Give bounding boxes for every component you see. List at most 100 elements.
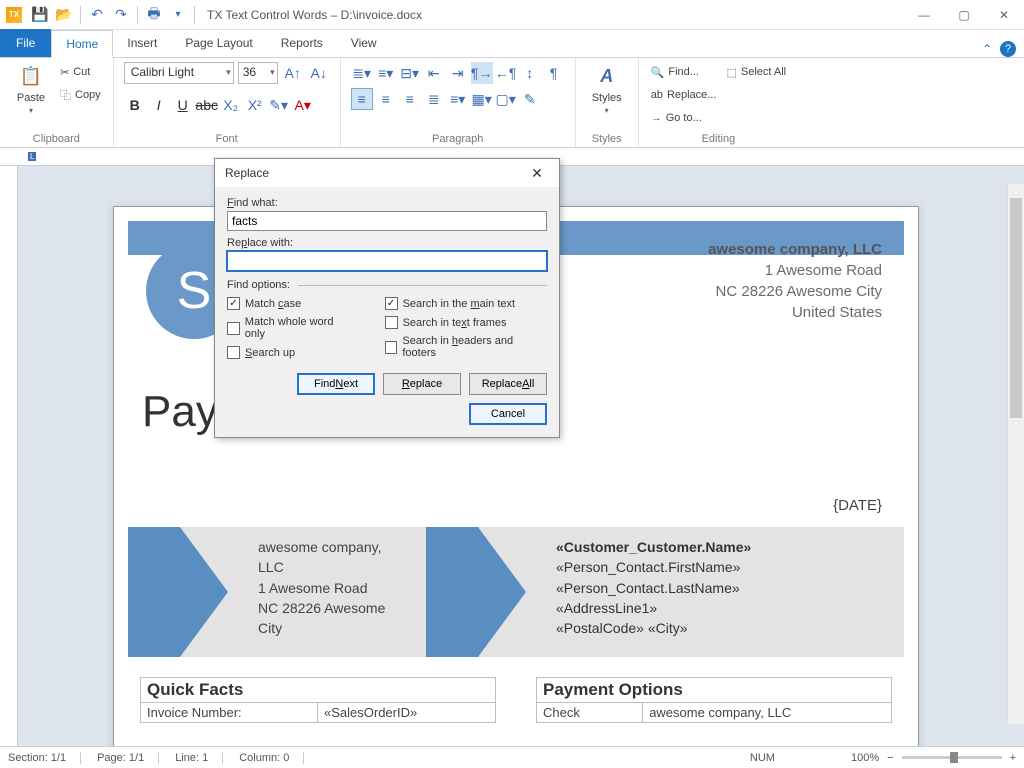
to-l2: «Person_Contact.LastName» xyxy=(556,578,751,598)
format-painter-button[interactable]: ✎ xyxy=(519,88,541,110)
vertical-scrollbar[interactable] xyxy=(1007,184,1024,724)
paste-button[interactable]: 📋 Paste ▾ xyxy=(10,62,52,115)
align-center-button[interactable]: ≡ xyxy=(375,88,397,110)
replace-icon: ab xyxy=(651,89,663,101)
cancel-button[interactable]: Cancel xyxy=(469,403,547,425)
status-column: Column: 0 xyxy=(239,752,304,764)
find-next-button[interactable]: Find Next xyxy=(297,373,375,395)
font-size-select[interactable]: 36▾ xyxy=(238,62,278,84)
company-name: awesome company, LLC xyxy=(708,239,882,260)
whole-word-checkbox[interactable]: Match whole word only xyxy=(227,316,355,340)
font-name-select[interactable]: Calibri Light▾ xyxy=(124,62,234,84)
strike-button[interactable]: abc xyxy=(196,94,218,116)
scroll-thumb[interactable] xyxy=(1010,198,1022,418)
find-label: Find... xyxy=(668,66,699,78)
numbering-button[interactable]: ≡▾ xyxy=(375,62,397,84)
styles-button[interactable]: A Styles ▾ xyxy=(586,62,628,115)
grow-font-button[interactable]: A↑ xyxy=(282,62,304,84)
bold-button[interactable]: B xyxy=(124,94,146,116)
minimize-button[interactable]: — xyxy=(904,0,944,30)
title-bar: TX 💾 📂 ↶ ↷ 🖶 ▾ TX Text Control Words – D… xyxy=(0,0,1024,30)
text-frames-checkbox[interactable]: Search in text frames xyxy=(385,316,547,329)
shading-button[interactable]: ▦▾ xyxy=(471,88,493,110)
justify-button[interactable]: ≣ xyxy=(423,88,445,110)
match-case-checkbox[interactable]: ✓Match case xyxy=(227,297,355,310)
tab-view[interactable]: View xyxy=(337,29,391,57)
sort-button[interactable]: ↕ xyxy=(519,62,541,84)
undo-icon[interactable]: ↶ xyxy=(86,4,108,26)
cut-button[interactable]: ✂Cut xyxy=(58,62,103,82)
align-left-button[interactable]: ≡ xyxy=(351,88,373,110)
bill-band: awesome company, LLC 1 Awesome Road NC 2… xyxy=(128,527,904,657)
collapse-ribbon-icon[interactable]: ⌃ xyxy=(982,42,992,56)
zoom-value: 100% xyxy=(851,752,879,764)
zoom-slider[interactable] xyxy=(902,756,1002,759)
goto-label: Go to... xyxy=(666,112,702,124)
cut-icon: ✂ xyxy=(60,66,69,79)
rtl-button[interactable]: ←¶ xyxy=(495,62,517,84)
highlight-button[interactable]: ✎▾ xyxy=(268,94,290,116)
replace-all-button[interactable]: Replace All xyxy=(469,373,547,395)
open-icon[interactable]: 📂 xyxy=(53,4,75,26)
replace-button[interactable]: Replace xyxy=(383,373,461,395)
zoom-out-button[interactable]: − xyxy=(887,752,893,764)
group-label: Font xyxy=(216,131,238,145)
dialog-close-button[interactable]: ✕ xyxy=(525,163,549,183)
group-label: Paragraph xyxy=(432,131,483,145)
replace-with-input[interactable] xyxy=(227,251,547,271)
shrink-font-button[interactable]: A↓ xyxy=(308,62,330,84)
maximize-button[interactable]: ▢ xyxy=(944,0,984,30)
arrow-icon xyxy=(426,527,538,657)
inc-indent-button[interactable]: ⇥ xyxy=(447,62,469,84)
label: Match whole word only xyxy=(245,316,355,340)
company-block: awesome company, LLC 1 Awesome Road NC 2… xyxy=(708,239,882,323)
superscript-button[interactable]: X² xyxy=(244,94,266,116)
headers-checkbox[interactable]: Search in headers and footers xyxy=(385,335,547,359)
font-size-value: 36 xyxy=(243,65,256,79)
options-label: Find options: xyxy=(227,279,547,291)
close-button[interactable]: ✕ xyxy=(984,0,1024,30)
underline-button[interactable]: U xyxy=(172,94,194,116)
file-tab[interactable]: File xyxy=(0,29,51,57)
qat-more-icon[interactable]: ▾ xyxy=(167,4,189,26)
font-color-button[interactable]: A▾ xyxy=(292,94,314,116)
tab-home[interactable]: Home xyxy=(51,30,113,58)
select-all-label: Select All xyxy=(741,66,786,78)
tab-page-layout[interactable]: Page Layout xyxy=(171,29,266,57)
subscript-button[interactable]: X₂ xyxy=(220,94,242,116)
zoom-in-button[interactable]: + xyxy=(1010,752,1016,764)
show-marks-button[interactable]: ¶ xyxy=(543,62,565,84)
line-spacing-button[interactable]: ≡▾ xyxy=(447,88,469,110)
find-what-input[interactable] xyxy=(227,211,547,231)
tab-reports[interactable]: Reports xyxy=(267,29,337,57)
replace-button[interactable]: abReplace... xyxy=(649,85,719,105)
goto-button[interactable]: →Go to... xyxy=(649,108,719,128)
replace-dialog: Replace ✕ Find what: Replace with: Find … xyxy=(214,158,560,438)
quick-facts-table: Quick Facts Invoice Number: «SalesOrderI… xyxy=(140,677,496,723)
bullets-button[interactable]: ≣▾ xyxy=(351,62,373,84)
copy-button[interactable]: ⿻Copy xyxy=(58,85,103,105)
zoom-thumb[interactable] xyxy=(950,752,958,763)
main-text-checkbox[interactable]: ✓Search in the main text xyxy=(385,297,547,310)
align-right-button[interactable]: ≡ xyxy=(399,88,421,110)
tab-insert[interactable]: Insert xyxy=(113,29,171,57)
vertical-ruler[interactable] xyxy=(0,166,18,746)
multilevel-button[interactable]: ⊟▾ xyxy=(399,62,421,84)
find-button[interactable]: 🔍Find... xyxy=(649,62,719,82)
borders-button[interactable]: ▢▾ xyxy=(495,88,517,110)
dec-indent-button[interactable]: ⇤ xyxy=(423,62,445,84)
print-icon[interactable]: 🖶 xyxy=(143,4,165,26)
dialog-title-bar[interactable]: Replace ✕ xyxy=(215,159,559,187)
qat-sep xyxy=(80,6,81,24)
ribbon: 📋 Paste ▾ ✂Cut ⿻Copy Clipboard Calibri L… xyxy=(0,58,1024,148)
tab-stop-icon: L xyxy=(28,152,36,161)
date-placeholder: {DATE} xyxy=(833,497,882,514)
italic-button[interactable]: I xyxy=(148,94,170,116)
save-icon[interactable]: 💾 xyxy=(29,4,51,26)
redo-icon[interactable]: ↷ xyxy=(110,4,132,26)
status-page: Page: 1/1 xyxy=(97,752,159,764)
ltr-button[interactable]: ¶→ xyxy=(471,62,493,84)
search-up-checkbox[interactable]: Search up xyxy=(227,346,355,359)
help-icon[interactable]: ? xyxy=(1000,41,1016,57)
select-all-button[interactable]: ⬚Select All xyxy=(724,62,788,82)
